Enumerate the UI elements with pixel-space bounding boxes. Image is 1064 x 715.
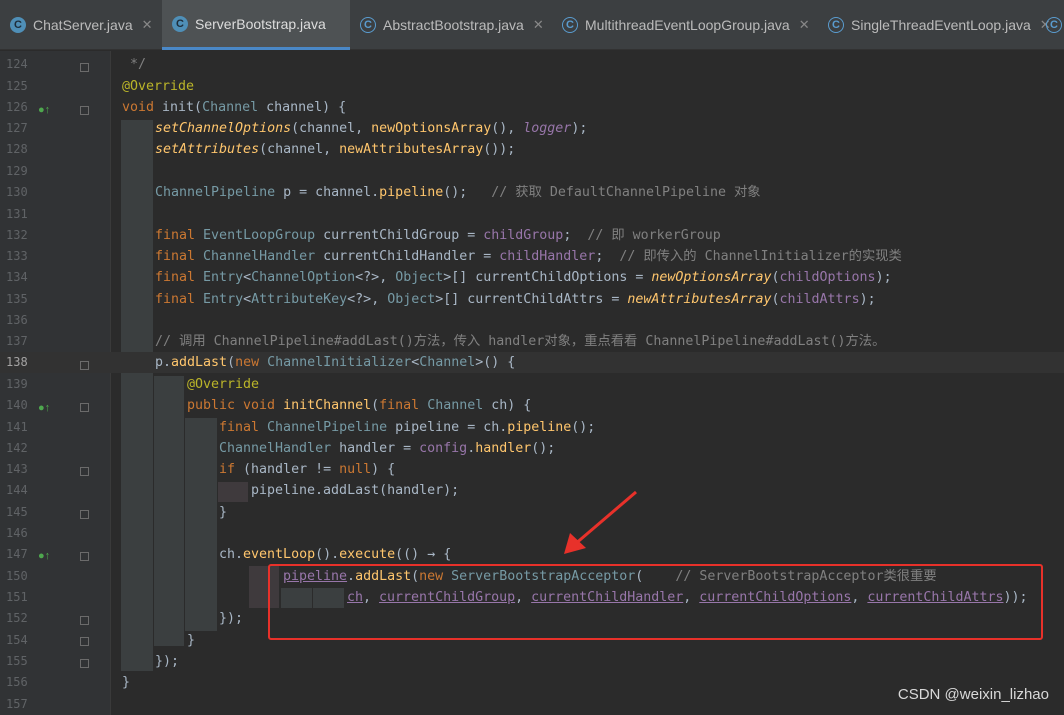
watermark: CSDN @weixin_lizhao — [897, 686, 1049, 703]
annotation-arrow — [564, 490, 637, 554]
